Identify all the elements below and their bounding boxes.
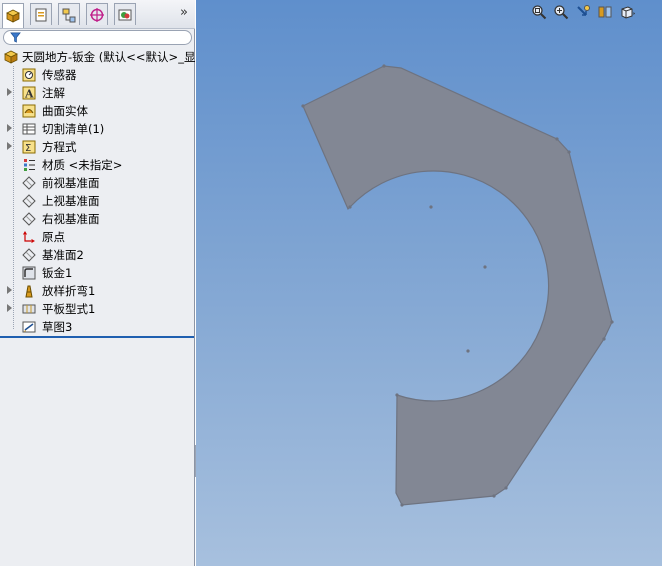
tree-node-label: 材质 <未指定> (42, 158, 123, 172)
tree-node[interactable]: 前视基准面 (0, 174, 195, 192)
annotation-icon: A (22, 86, 36, 101)
svg-text:Σ: Σ (25, 143, 31, 154)
sketch-icon (22, 321, 36, 333)
view-heads-up-toolbar (531, 4, 661, 22)
tree-node-label: 草图3 (42, 320, 73, 334)
tree-node-label: 原点 (42, 230, 65, 244)
section-view-icon (598, 6, 612, 18)
equation-icon: Σ (22, 140, 36, 154)
expand-arrow-icon[interactable] (7, 124, 12, 132)
section-view-button[interactable] (597, 4, 615, 22)
tree-node[interactable]: Σ 方程式 (0, 138, 195, 156)
tree-node[interactable]: 草图3 (0, 318, 195, 336)
tree-node[interactable]: 钣金1 (0, 264, 195, 282)
propertymanager-tab-icon (35, 8, 47, 21)
tree-node[interactable]: 平板型式1 (0, 300, 195, 318)
tree-root-part[interactable]: 天圆地方-钣金 (默认<<默认>_显 (0, 48, 195, 66)
expand-arrow-icon[interactable] (7, 304, 12, 312)
tree-node[interactable]: 材质 <未指定> (0, 156, 195, 174)
tree-node-label: 传感器 (42, 68, 77, 82)
more-tabs-button[interactable]: » (177, 5, 191, 21)
tree-node[interactable]: 切割清单(1) (0, 120, 195, 138)
featuremanager-tab[interactable] (2, 3, 24, 28)
plane-icon (22, 194, 36, 208)
propertymanager-tab[interactable] (30, 3, 52, 25)
configurationmanager-tab[interactable] (58, 3, 80, 25)
expand-arrow-icon[interactable] (7, 88, 12, 96)
tree-node-label: 钣金1 (42, 266, 73, 280)
part-icon (4, 50, 18, 64)
lofted-bend-icon (25, 285, 33, 298)
tree-node[interactable]: 原点 (0, 228, 195, 246)
previous-view-icon (577, 5, 590, 16)
tree-node[interactable]: 右视基准面 (0, 210, 195, 228)
tree-node-label: 上视基准面 (42, 194, 100, 208)
display-manager-tab-icon (118, 9, 132, 20)
plane-icon (22, 176, 36, 190)
tree-node-label: 切割清单(1) (42, 122, 105, 136)
expand-arrow-icon[interactable] (7, 142, 12, 150)
feature-filter-input[interactable] (3, 30, 192, 45)
tree-node-label: 天圆地方-钣金 (默认<<默认>_显 (22, 50, 196, 64)
tree-node-label: 前视基准面 (42, 176, 100, 190)
manager-tab-bar: » (0, 0, 195, 29)
zoom-to-area-button[interactable] (553, 4, 571, 22)
cut-list-icon (22, 123, 36, 135)
dimxpert-tab[interactable] (86, 3, 108, 25)
plane-icon (22, 248, 36, 262)
filter-icon (10, 32, 21, 43)
configurationmanager-tab-icon (62, 8, 76, 22)
tree-node-label: 右视基准面 (42, 212, 100, 226)
tree-node-label: 放样折弯1 (42, 284, 96, 298)
tree-node-label: 方程式 (42, 140, 77, 154)
plane-icon (22, 212, 36, 226)
tree-node[interactable]: 传感器 (0, 66, 195, 84)
tree-node[interactable]: 上视基准面 (0, 192, 195, 210)
sensor-icon (22, 68, 36, 82)
zoom-to-fit-icon (532, 5, 547, 20)
tree-node-label: 平板型式1 (42, 302, 96, 316)
tree-node[interactable]: 基准面2 (0, 246, 195, 264)
svg-text:A: A (24, 88, 34, 101)
sheet-metal-icon (22, 266, 36, 280)
view-orientation-icon (621, 6, 635, 19)
origin-icon (23, 231, 35, 243)
flat-pattern-icon (22, 304, 36, 314)
rollback-bar[interactable] (0, 336, 194, 338)
expand-arrow-icon[interactable] (7, 286, 12, 294)
featuremanager-tab-icon (6, 9, 20, 23)
material-icon (24, 159, 35, 171)
sheet-metal-flat-part[interactable] (196, 0, 662, 566)
zoom-to-fit-button[interactable] (531, 4, 549, 22)
tree-node[interactable]: A 注解 (0, 84, 195, 102)
graphics-area[interactable] (196, 0, 662, 566)
tree-node-label: 基准面2 (42, 248, 84, 262)
tree-node[interactable]: 曲面实体 (0, 102, 195, 120)
view-orientation-button[interactable] (619, 4, 637, 22)
zoom-to-area-icon (554, 5, 569, 20)
surface-body-icon (22, 104, 36, 118)
previous-view-button[interactable] (575, 4, 593, 22)
dimxpert-tab-icon (90, 7, 104, 22)
tree-node-label: 注解 (42, 86, 65, 100)
display-manager-tab[interactable] (114, 3, 136, 25)
tree-node[interactable]: 放样折弯1 (0, 282, 195, 300)
feature-manager-panel: » 天圆地方-钣金 (默认<<默认>_显传感器 A 注解曲面实体切割清单(1) Σ 方程… (0, 0, 195, 566)
tree-node-label: 曲面实体 (42, 104, 88, 118)
